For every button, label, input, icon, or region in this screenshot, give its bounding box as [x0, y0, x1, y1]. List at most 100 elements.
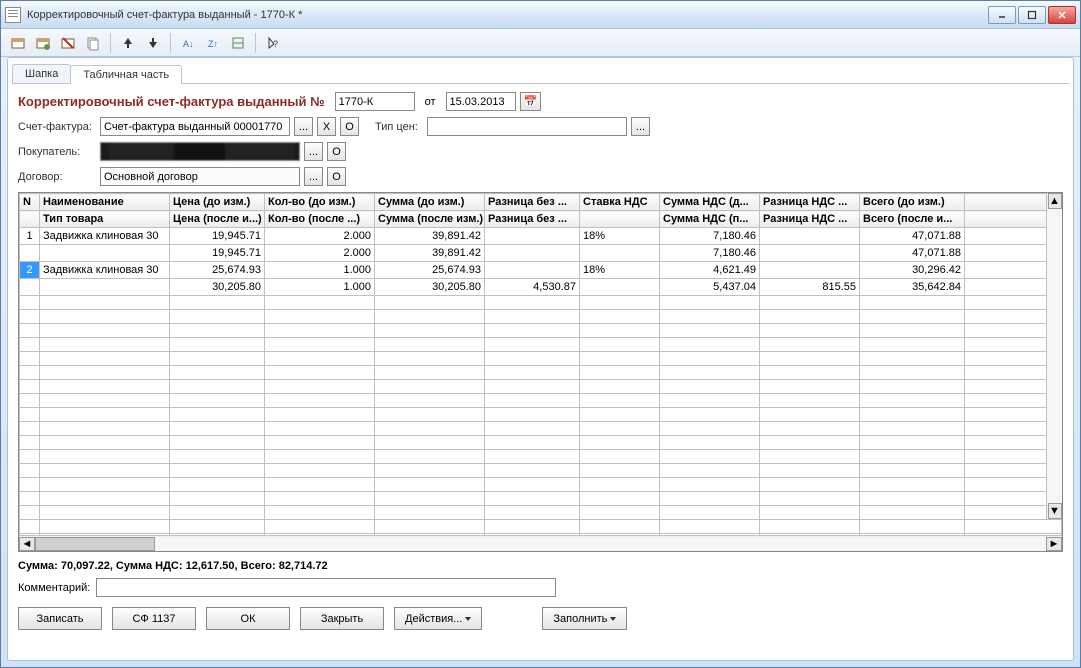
grid-cell[interactable]	[485, 534, 580, 536]
grid-cell[interactable]	[760, 478, 860, 492]
grid-cell[interactable]	[485, 450, 580, 464]
grid-cell[interactable]	[265, 338, 375, 352]
table-row[interactable]	[20, 380, 1062, 394]
grid-cell[interactable]	[760, 380, 860, 394]
invoice-input[interactable]	[100, 117, 290, 136]
toolbar-icon-copy[interactable]	[82, 32, 104, 54]
grid-cell[interactable]	[580, 506, 660, 520]
scroll-right-arrow-icon[interactable]: ►	[1046, 537, 1062, 551]
table-row[interactable]	[20, 520, 1062, 534]
actions-button[interactable]: Действия...	[394, 607, 482, 630]
grid-cell[interactable]: 39,891.42	[375, 245, 485, 262]
table-row[interactable]	[20, 408, 1062, 422]
grid-cell[interactable]	[760, 464, 860, 478]
grid-cell[interactable]	[40, 506, 170, 520]
grid-cell[interactable]	[860, 352, 965, 366]
grid-cell[interactable]	[20, 324, 40, 338]
grid-cell[interactable]	[660, 310, 760, 324]
grid-cell[interactable]	[485, 324, 580, 338]
grid-cell[interactable]	[860, 408, 965, 422]
col-qty-after[interactable]: Кол-во (после ...)	[265, 211, 375, 228]
invoice-lookup-button[interactable]: ...	[294, 117, 313, 136]
contract-list-button[interactable]: O	[327, 167, 346, 186]
grid-cell[interactable]	[170, 422, 265, 436]
grid-cell[interactable]	[660, 422, 760, 436]
grid-cell[interactable]: 19,945.71	[170, 228, 265, 245]
grid-cell[interactable]	[20, 506, 40, 520]
invoice-clear-button[interactable]: X	[317, 117, 336, 136]
grid-cell[interactable]: 2.000	[265, 228, 375, 245]
grid-cell[interactable]	[265, 492, 375, 506]
grid-cell[interactable]: 25,674.93	[170, 262, 265, 279]
grid-cell[interactable]	[20, 436, 40, 450]
grid-cell[interactable]: 25,674.93	[375, 262, 485, 279]
grid-cell[interactable]	[40, 394, 170, 408]
grid-cell[interactable]	[20, 245, 40, 262]
grid-cell[interactable]: 1.000	[265, 262, 375, 279]
table-row[interactable]	[20, 310, 1062, 324]
grid-cell[interactable]	[40, 352, 170, 366]
grid-cell[interactable]	[760, 436, 860, 450]
grid-cell[interactable]	[20, 422, 40, 436]
grid-cell[interactable]	[375, 408, 485, 422]
table-row[interactable]	[20, 338, 1062, 352]
grid-cell[interactable]	[660, 478, 760, 492]
grid-cell[interactable]	[580, 279, 660, 296]
grid-cell[interactable]	[860, 464, 965, 478]
grid-cell[interactable]	[580, 408, 660, 422]
col-price-after[interactable]: Цена (после и...)	[170, 211, 265, 228]
grid-cell[interactable]	[860, 380, 965, 394]
grid-vertical-scrollbar[interactable]: ▲ ▼	[1046, 193, 1062, 519]
grid-cell[interactable]	[485, 506, 580, 520]
grid-cell[interactable]	[170, 520, 265, 534]
grid-cell[interactable]	[40, 245, 170, 262]
grid-cell[interactable]	[580, 534, 660, 536]
grid-cell[interactable]	[375, 352, 485, 366]
grid-cell[interactable]	[170, 324, 265, 338]
grid-cell[interactable]	[660, 506, 760, 520]
grid-cell[interactable]	[965, 534, 1062, 536]
grid-cell[interactable]	[375, 338, 485, 352]
grid-cell[interactable]	[660, 436, 760, 450]
col-vatsum[interactable]: Сумма НДС (д...	[660, 194, 760, 211]
col-price[interactable]: Цена (до изм.)	[170, 194, 265, 211]
grid-cell[interactable]	[860, 324, 965, 338]
grid-cell[interactable]	[170, 436, 265, 450]
buyer-lookup-button[interactable]: ...	[304, 142, 323, 161]
grid-cell[interactable]	[265, 436, 375, 450]
grid-cell[interactable]	[375, 436, 485, 450]
grid-cell[interactable]: 1	[20, 228, 40, 245]
table-row[interactable]: 19,945.712.00039,891.427,180.4647,071.88	[20, 245, 1062, 262]
minimize-button[interactable]	[988, 6, 1016, 24]
grid-cell[interactable]: 1.000	[265, 279, 375, 296]
grid-cell[interactable]	[485, 380, 580, 394]
grid-cell[interactable]	[20, 366, 40, 380]
grid-cell[interactable]	[580, 324, 660, 338]
invoice-list-button[interactable]: O	[340, 117, 359, 136]
grid-cell[interactable]	[375, 310, 485, 324]
table-row[interactable]	[20, 450, 1062, 464]
grid-cell[interactable]	[170, 352, 265, 366]
grid-cell[interactable]	[580, 436, 660, 450]
grid-cell[interactable]	[20, 296, 40, 310]
buyer-list-button[interactable]: O	[327, 142, 346, 161]
col-sum[interactable]: Сумма (до изм.)	[375, 194, 485, 211]
grid-cell[interactable]	[860, 422, 965, 436]
grid-cell[interactable]: 30,205.80	[170, 279, 265, 296]
grid-cell[interactable]	[265, 534, 375, 536]
grid-cell[interactable]	[20, 478, 40, 492]
grid-cell[interactable]	[20, 464, 40, 478]
grid-cell[interactable]	[580, 478, 660, 492]
grid-cell[interactable]	[20, 310, 40, 324]
grid-cell[interactable]	[20, 450, 40, 464]
grid-cell[interactable]	[660, 324, 760, 338]
grid-cell[interactable]	[265, 380, 375, 394]
toolbar-arrow-up-icon[interactable]	[117, 32, 139, 54]
grid-cell[interactable]	[265, 464, 375, 478]
col-total-after[interactable]: Всего (после и...	[860, 211, 965, 228]
grid-cell[interactable]: 47,071.88	[860, 245, 965, 262]
grid-cell[interactable]: 4,621.49	[660, 262, 760, 279]
grid-cell[interactable]	[485, 245, 580, 262]
save-button[interactable]: Записать	[18, 607, 102, 630]
grid-cell[interactable]	[485, 366, 580, 380]
